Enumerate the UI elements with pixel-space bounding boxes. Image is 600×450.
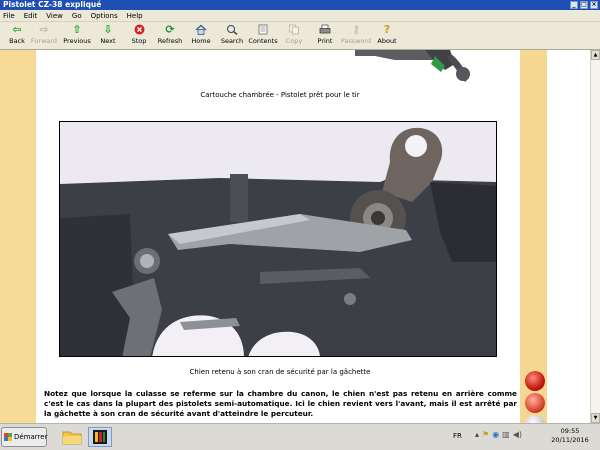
previous-page-ball-icon[interactable] — [525, 371, 545, 391]
system-tray: ▴ ⚑ ◉ ▥ ◀) — [475, 430, 522, 439]
next-arrow-icon: ⇩ — [103, 23, 113, 36]
menu-options[interactable]: Options — [91, 12, 118, 20]
caption-chambered-cartridge: Cartouche chambrée - Pistolet prêt pour … — [200, 91, 360, 99]
forward-button[interactable]: ⇨ Forward — [27, 24, 61, 48]
forward-arrow-icon: ⇨ — [39, 23, 49, 36]
home-ball-icon[interactable] — [525, 393, 545, 413]
clock-time: 09:55 — [560, 427, 580, 435]
home-icon — [184, 24, 218, 36]
maximize-button[interactable]: □ — [580, 1, 588, 9]
taskbar: Démarrer FR ▴ ⚑ ◉ ▥ ◀) 09:55 20/11/2016 — [0, 423, 600, 450]
start-button[interactable]: Démarrer — [1, 427, 47, 447]
page-content: Cartouche chambrée - Pistolet prêt pour … — [0, 50, 590, 423]
previous-arrow-icon: ⇧ — [72, 23, 82, 36]
system-clock[interactable]: 09:55 20/11/2016 — [548, 427, 592, 445]
update-icon[interactable]: ◉ — [492, 430, 499, 439]
menu-help[interactable]: Help — [127, 12, 143, 20]
copy-icon — [277, 24, 311, 36]
print-icon — [308, 24, 342, 36]
search-button[interactable]: Search — [215, 24, 249, 48]
stop-icon — [122, 24, 156, 36]
search-icon — [215, 24, 249, 36]
pistol-mechanism-illustration — [60, 122, 496, 356]
home-button[interactable]: Home — [184, 24, 218, 48]
about-icon: ? — [383, 23, 391, 36]
next-button[interactable]: ⇩ Next — [91, 24, 125, 48]
menu-bar: File Edit View Go Options Help — [0, 10, 600, 22]
window-title-bar: Pistolet CZ-38 expliqué _ □ × — [0, 0, 600, 10]
tray-up-arrow-icon[interactable]: ▴ — [475, 430, 479, 439]
menu-view[interactable]: View — [46, 12, 63, 20]
language-indicator[interactable]: FR — [453, 432, 462, 440]
menu-file[interactable]: File — [3, 12, 15, 20]
file-explorer-icon[interactable] — [60, 427, 84, 447]
contents-button[interactable]: Contents — [246, 24, 280, 48]
print-button[interactable]: Print — [308, 24, 342, 48]
previous-button[interactable]: ⇧ Previous — [60, 24, 94, 48]
about-button[interactable]: ? About — [370, 24, 404, 48]
minimize-button[interactable]: _ — [570, 1, 578, 9]
clock-date: 20/11/2016 — [551, 436, 589, 444]
window-controls: _ □ × — [570, 0, 598, 9]
volume-icon[interactable]: ◀) — [513, 430, 522, 439]
scroll-up-arrow-icon[interactable]: ▲ — [591, 50, 600, 60]
network-icon[interactable]: ▥ — [502, 430, 510, 439]
pistol-mechanism-photo — [59, 121, 497, 357]
password-icon: ⚷ — [351, 23, 361, 36]
stop-button[interactable]: Stop — [122, 24, 156, 48]
copy-button[interactable]: Copy — [277, 24, 311, 48]
explanation-paragraph: Notez que lorsque la culasse se referme … — [44, 389, 517, 418]
windows-logo-icon — [4, 433, 12, 441]
close-button[interactable]: × — [590, 1, 598, 9]
vertical-scrollbar[interactable]: ▲ ▼ — [590, 50, 600, 423]
contents-icon — [246, 24, 280, 36]
right-decorative-strip — [520, 50, 547, 423]
action-center-flag-icon[interactable]: ⚑ — [482, 430, 489, 439]
toolbar: ⇦ Back ⇨ Forward ⇧ Previous ⇩ Next Stop … — [0, 22, 600, 50]
caption-hammer-safety-notch: Chien retenu à son cran de sécurité par … — [189, 368, 371, 376]
password-button[interactable]: ⚷ Password — [339, 24, 373, 48]
help-viewer-task-icon[interactable] — [88, 427, 112, 447]
refresh-icon: ⟳ — [165, 23, 175, 36]
menu-go[interactable]: Go — [72, 12, 82, 20]
menu-edit[interactable]: Edit — [24, 12, 38, 20]
refresh-button[interactable]: ⟳ Refresh — [153, 24, 187, 48]
previous-photo-fragment — [355, 50, 470, 82]
left-decorative-strip — [0, 50, 36, 423]
scroll-down-arrow-icon[interactable]: ▼ — [591, 413, 600, 423]
start-label: Démarrer — [14, 433, 48, 441]
window-title: Pistolet CZ-38 expliqué — [3, 0, 102, 9]
